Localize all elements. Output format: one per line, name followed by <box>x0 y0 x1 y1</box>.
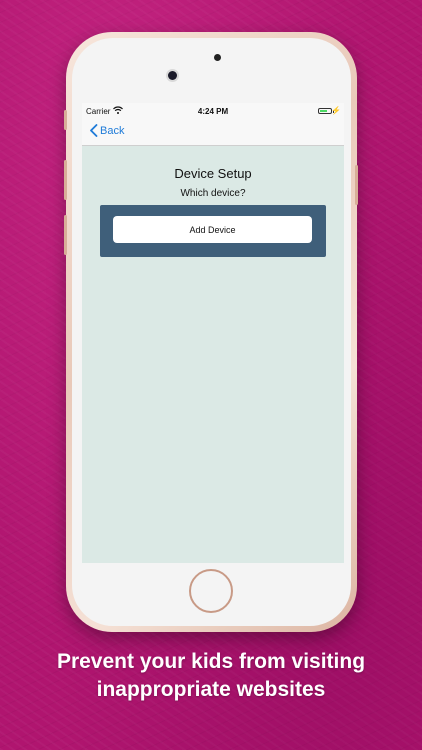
side-button-mute <box>64 110 67 130</box>
navigation-bar: Back <box>82 119 344 146</box>
promo-caption-line-2: inappropriate websites <box>96 678 326 701</box>
add-device-button[interactable]: Add Device <box>113 216 312 243</box>
home-button[interactable] <box>189 569 233 613</box>
side-button-volume-down <box>64 215 67 255</box>
status-bar: Carrier 4:24 PM ⚡ <box>82 103 344 119</box>
charging-icon: ⚡ <box>331 106 341 115</box>
camera-icon <box>168 71 177 80</box>
battery-fill <box>320 110 327 112</box>
chevron-left-icon <box>90 124 98 137</box>
status-time: 4:24 PM <box>197 107 229 116</box>
back-button[interactable]: Back <box>89 124 124 137</box>
back-label: Back <box>100 124 125 137</box>
side-button-volume-up <box>64 160 67 200</box>
speaker-dot <box>214 54 221 61</box>
page-title: Device Setup <box>174 166 252 181</box>
page-subtitle: Which device? <box>180 188 246 199</box>
side-button-power <box>355 165 358 205</box>
device-panel: Add Device <box>100 205 326 257</box>
battery-icon <box>318 108 332 114</box>
promo-caption-line-1: Prevent your kids from visiting <box>56 650 366 673</box>
phone-screen: Carrier 4:24 PM ⚡ Back Device Setup Whic… <box>82 103 344 563</box>
promo-caption: Prevent your kids from visiting inapprop… <box>0 648 422 704</box>
